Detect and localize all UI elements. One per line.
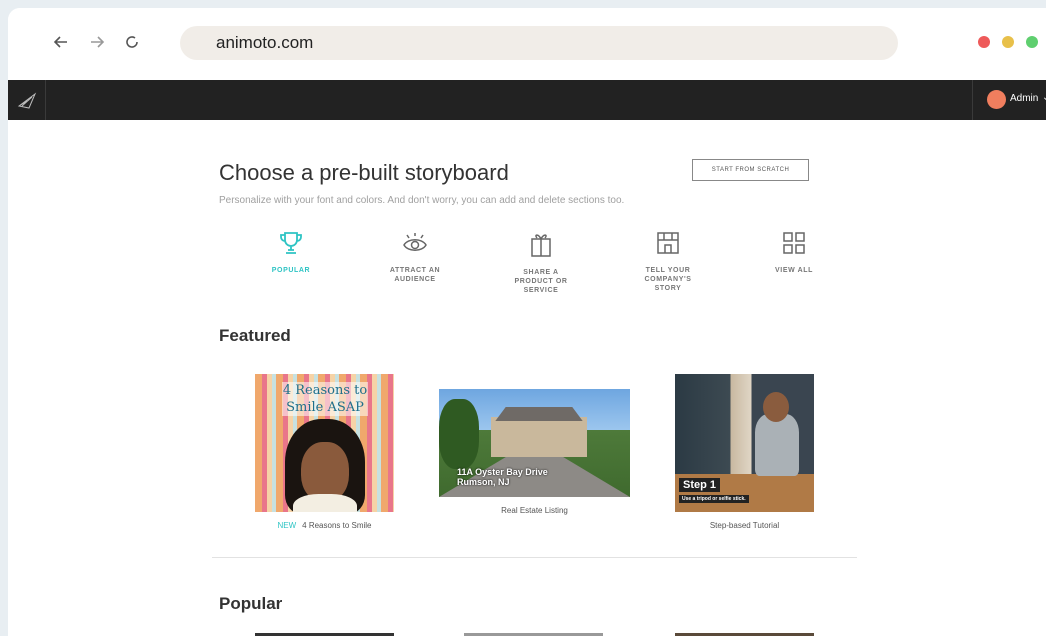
user-menu[interactable]: Admin ⌄ <box>972 80 1046 120</box>
user-name: Admin <box>1010 93 1039 104</box>
page-title: Choose a pre-built storyboard <box>219 160 509 185</box>
animoto-logo-icon[interactable] <box>8 80 46 120</box>
page-subtitle: Personalize with your font and colors. A… <box>219 195 625 206</box>
arrow-left-icon[interactable] <box>50 32 72 54</box>
grid-icon <box>783 232 805 254</box>
address-bar[interactable]: animoto.com <box>180 26 898 60</box>
trophy-icon <box>280 232 302 254</box>
browser-toolbar: animoto.com <box>8 8 1046 76</box>
category-label: SHARE A PRODUCT OR SERVICE <box>514 269 568 294</box>
template-thumbnail: 11A Oyster Bay Drive Rumson, NJ <box>439 389 630 497</box>
overlay-text: Rumson, NJ <box>457 477 510 487</box>
overlay-text: Use a tripod or selfie stick. <box>679 495 749 503</box>
template-card-smile[interactable]: 4 Reasons to Smile ASAP NEW 4 Reasons to … <box>255 374 394 530</box>
category-label: POPULAR <box>271 267 311 274</box>
overlay-text: 11A Oyster Bay Drive <box>457 467 548 477</box>
category-label: TELL YOUR COMPANY'S STORY <box>644 267 692 292</box>
popular-heading: Popular <box>219 594 283 613</box>
arrow-right-icon[interactable] <box>86 32 108 54</box>
category-view-all[interactable]: VIEW ALL <box>734 230 854 275</box>
close-dot-icon[interactable] <box>978 36 990 48</box>
template-thumbnail: Step 1 Use a tripod or selfie stick. <box>675 374 814 512</box>
overlay-text: Smile ASAP <box>286 400 364 415</box>
maximize-dot-icon[interactable] <box>1026 36 1038 48</box>
start-from-scratch-button[interactable]: START FROM SCRATCH <box>692 159 809 181</box>
template-card-tutorial[interactable]: Step 1 Use a tripod or selfie stick. Ste… <box>675 374 814 530</box>
overlay-text: Step 1 <box>679 478 721 492</box>
category-nav: POPULAR ATTRACT AN AUDIENCE SHARE A PROD… <box>222 230 822 300</box>
url-text: animoto.com <box>216 33 314 52</box>
category-label: ATTRACT AN AUDIENCE <box>389 267 441 283</box>
browser-window: animoto.com Admin ⌄ Choose a pre-built s… <box>8 8 1046 636</box>
main-content: Choose a pre-built storyboard Personaliz… <box>8 120 1046 636</box>
category-share-product[interactable]: SHARE A PRODUCT OR SERVICE <box>481 230 601 295</box>
minimize-dot-icon[interactable] <box>1002 36 1014 48</box>
featured-heading: Featured <box>219 326 291 345</box>
category-company-story[interactable]: TELL YOUR COMPANY'S STORY <box>608 230 728 293</box>
storefront-icon <box>657 232 679 254</box>
overlay-text: 4 Reasons to <box>282 383 368 398</box>
new-badge: NEW <box>277 521 297 530</box>
category-popular[interactable]: POPULAR <box>231 230 351 275</box>
avatar <box>987 90 1006 109</box>
template-title: Real Estate Listing <box>501 506 568 515</box>
template-title: 4 Reasons to Smile <box>302 521 372 530</box>
chevron-down-icon: ⌄ <box>1042 92 1046 103</box>
category-attract-audience[interactable]: ATTRACT AN AUDIENCE <box>355 230 475 284</box>
gift-icon <box>531 234 551 257</box>
section-divider <box>212 557 857 558</box>
eye-icon <box>403 233 427 251</box>
template-card-real-estate[interactable]: 11A Oyster Bay Drive Rumson, NJ Real Est… <box>439 389 630 515</box>
category-label: VIEW ALL <box>775 267 813 274</box>
template-title: Step-based Tutorial <box>709 521 780 530</box>
app-header: Admin ⌄ <box>8 80 1046 120</box>
template-thumbnail: 4 Reasons to Smile ASAP <box>255 374 394 512</box>
reload-icon[interactable] <box>121 32 143 54</box>
